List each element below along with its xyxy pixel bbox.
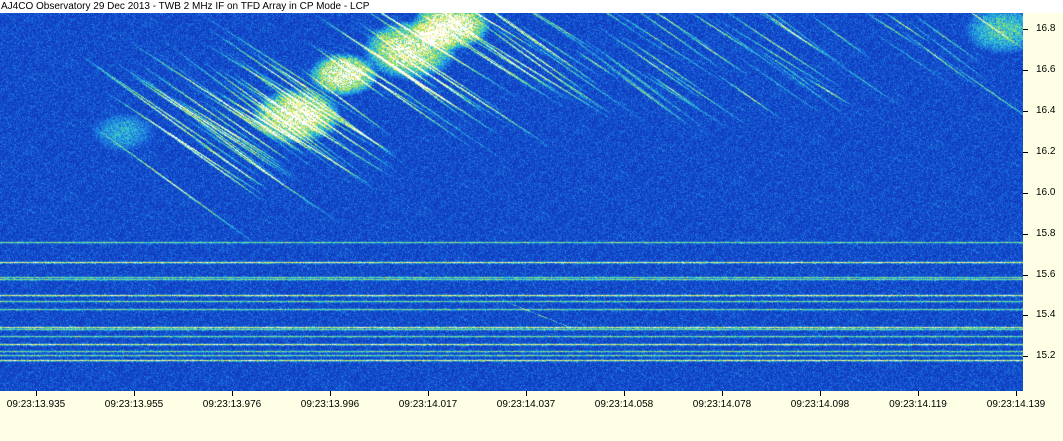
y-tick-label: 15.2: [1036, 350, 1056, 361]
y-tick-label: 15.4: [1036, 309, 1056, 320]
x-tick-mark: [918, 391, 919, 396]
y-tick-mark: [1023, 275, 1028, 276]
x-tick-mark: [330, 391, 331, 396]
x-tick-label: 09:23:13.996: [300, 399, 360, 410]
y-tick-mark: [1023, 70, 1028, 71]
x-tick-mark: [428, 391, 429, 396]
x-tick-label: 09:23:14.037: [496, 399, 556, 410]
x-tick-label: 09:23:13.935: [6, 399, 66, 410]
y-tick-mark: [1023, 234, 1028, 235]
y-tick-label: 16.0: [1036, 187, 1056, 198]
x-tick-label: 09:23:14.058: [594, 399, 654, 410]
x-tick-mark: [1016, 391, 1017, 396]
x-tick-mark: [526, 391, 527, 396]
y-tick-mark: [1023, 29, 1028, 30]
x-tick-label: 09:23:14.098: [790, 399, 850, 410]
x-tick-mark: [134, 391, 135, 396]
x-tick-mark: [820, 391, 821, 396]
x-tick-label: 09:23:14.139: [986, 399, 1046, 410]
y-tick-mark: [1023, 152, 1028, 153]
y-tick-mark: [1023, 356, 1028, 357]
x-tick-label: 09:23:14.078: [692, 399, 752, 410]
frequency-axis: 15.2 15.4 15.6 15.8 16.0 16.2 16.4 16.6 16.8: [1023, 13, 1063, 391]
x-tick-label: 09:23:14.017: [398, 399, 458, 410]
time-axis: 09:23:13.935 09:23:13.955 09:23:13.976 09:2…: [0, 391, 1063, 441]
x-tick-label: 09:23:14.119: [889, 399, 947, 410]
y-tick-label: 15.8: [1036, 228, 1056, 239]
y-tick-mark: [1023, 315, 1028, 316]
y-tick-label: 16.6: [1036, 64, 1056, 75]
x-tick-label: 09:23:13.955: [104, 399, 164, 410]
chart-title: AJ4CO Observatory 29 Dec 2013 - TWB 2 MH…: [0, 0, 1063, 13]
y-tick-label: 15.6: [1036, 269, 1056, 280]
y-tick-label: 16.2: [1036, 146, 1056, 157]
spectrogram-plot: [0, 13, 1023, 391]
x-tick-mark: [232, 391, 233, 396]
y-tick-mark: [1023, 111, 1028, 112]
y-tick-mark: [1023, 193, 1028, 194]
x-tick-mark: [36, 391, 37, 396]
x-tick-mark: [624, 391, 625, 396]
y-tick-label: 16.8: [1036, 23, 1056, 34]
x-tick-label: 09:23:13.976: [202, 399, 262, 410]
y-tick-label: 16.4: [1036, 105, 1056, 116]
x-tick-mark: [722, 391, 723, 396]
